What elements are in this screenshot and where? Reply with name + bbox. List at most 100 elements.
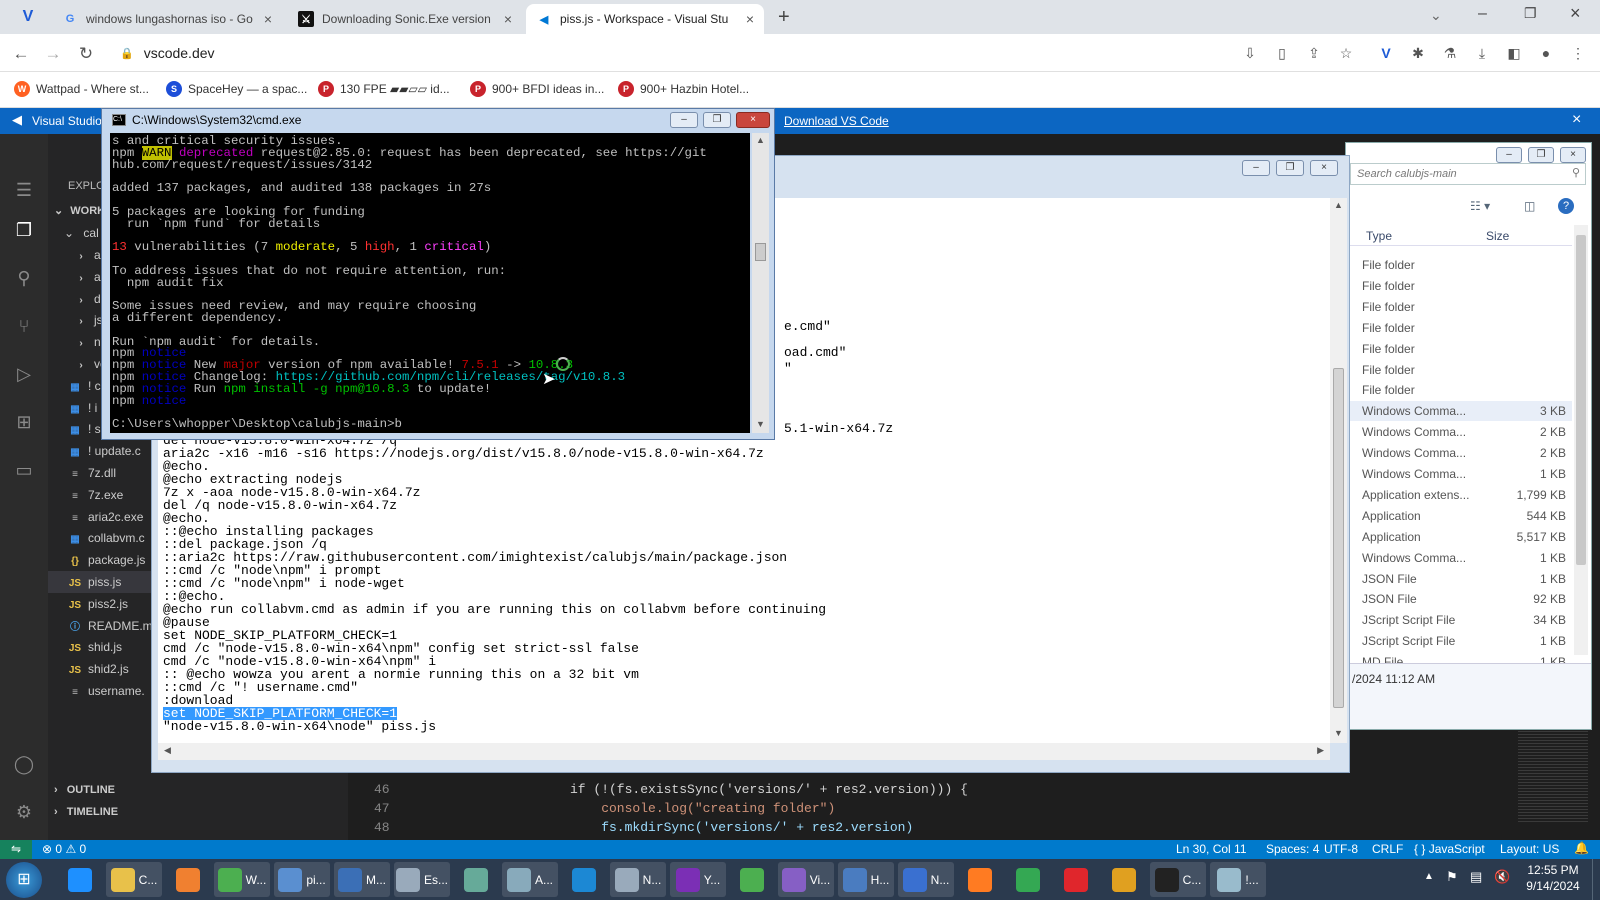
- file-list-row[interactable]: Windows Comma... 2 KB: [1350, 443, 1572, 463]
- account-icon[interactable]: ◯: [12, 752, 36, 776]
- minimap[interactable]: [1518, 714, 1588, 824]
- close-button[interactable]: ×: [1560, 147, 1586, 163]
- taskbar-button[interactable]: [58, 862, 102, 897]
- sidebar-item-piss2-js[interactable]: JS piss2.js: [68, 593, 128, 615]
- encoding[interactable]: UTF-8: [1324, 842, 1358, 856]
- volume-muted-icon[interactable]: 🔇: [1494, 869, 1510, 885]
- bookmark-pinterest-2[interactable]: P 900+ BFDI ideas in...: [470, 81, 604, 97]
- file-list-row[interactable]: File folder: [1350, 297, 1572, 317]
- sidebar-item-i[interactable]: ▦ ! i: [68, 397, 97, 419]
- minimize-button[interactable]: –: [1242, 160, 1270, 176]
- taskbar-button[interactable]: [1102, 862, 1146, 897]
- file-list-row[interactable]: File folder: [1350, 255, 1572, 275]
- file-list-row[interactable]: JSON File 92 KB: [1350, 589, 1572, 609]
- scroll-up-arrow[interactable]: ▲: [756, 135, 765, 145]
- cmd-scrollbar[interactable]: ▲ ▼: [752, 133, 769, 433]
- taskbar-button[interactable]: C...: [106, 862, 162, 897]
- taskbar-button[interactable]: N...: [898, 862, 954, 897]
- taskbar-button[interactable]: A...: [502, 862, 558, 897]
- maximize-button[interactable]: ❐: [1528, 147, 1554, 163]
- minimize-button[interactable]: –: [1478, 5, 1487, 23]
- taskbar-button[interactable]: H...: [838, 862, 894, 897]
- file-list-row[interactable]: File folder: [1350, 276, 1572, 296]
- download-icon[interactable]: ⤓: [1472, 43, 1492, 63]
- taskbar-button[interactable]: !...: [1210, 862, 1266, 897]
- folder-calubjs[interactable]: ⌄ cal: [64, 222, 99, 244]
- indentation[interactable]: Spaces: 4: [1266, 842, 1319, 856]
- taskbar-button[interactable]: [562, 862, 606, 897]
- taskbar-button[interactable]: W...: [214, 862, 270, 897]
- share-icon[interactable]: ⇪: [1304, 43, 1324, 63]
- tab-sonic-download[interactable]: ⚔ Downloading Sonic.Exe version ×: [288, 4, 522, 34]
- sidebar-item-package-js[interactable]: {} package.js: [68, 549, 145, 571]
- close-window-button[interactable]: ×: [1570, 3, 1581, 24]
- lab-icon[interactable]: ⚗: [1440, 43, 1460, 63]
- file-list-row[interactable]: Application extens... 1,799 KB: [1350, 485, 1572, 505]
- settings-gear-icon[interactable]: ⚙: [12, 800, 36, 824]
- file-list-row[interactable]: JSON File 1 KB: [1350, 569, 1572, 589]
- show-desktop-button[interactable]: [1592, 859, 1600, 900]
- file-list-row[interactable]: JScript Script File 1 KB: [1350, 631, 1572, 651]
- bookmark-pinterest-1[interactable]: P 130 FPE ▰▰▱▱ id...: [318, 81, 450, 97]
- explorer-scrollbar[interactable]: [1574, 225, 1588, 655]
- maximize-button[interactable]: ❐: [703, 112, 731, 128]
- remote-indicator[interactable]: ⇋: [0, 840, 32, 859]
- sidebar-item-shid2-js[interactable]: JS shid2.js: [68, 658, 129, 680]
- menu-icon[interactable]: ⋮: [1568, 43, 1588, 63]
- file-list-row[interactable]: File folder: [1350, 380, 1572, 400]
- clock[interactable]: 12:55 PM 9/14/2024: [1522, 863, 1584, 893]
- start-button[interactable]: ⊞: [6, 862, 42, 898]
- back-button[interactable]: ←: [10, 43, 32, 65]
- preview-pane-icon[interactable]: ◫: [1524, 199, 1535, 213]
- star-icon[interactable]: ☆: [1336, 43, 1356, 63]
- tray-expand-icon[interactable]: ▲: [1424, 871, 1434, 882]
- taskbar-button[interactable]: pi...: [274, 862, 330, 897]
- taskbar-button[interactable]: Es...: [394, 862, 450, 897]
- file-list-row[interactable]: File folder: [1350, 339, 1572, 359]
- file-list-row[interactable]: JScript Script File 34 KB: [1350, 610, 1572, 630]
- scrollbar-thumb[interactable]: [1576, 235, 1586, 565]
- scroll-up-arrow[interactable]: ▲: [1334, 200, 1343, 210]
- search-icon[interactable]: ⚲: [12, 266, 36, 290]
- sidebar-item-collabvm-c[interactable]: ▦ collabvm.c: [68, 527, 144, 549]
- file-list-row[interactable]: Windows Comma... 3 KB: [1350, 401, 1572, 422]
- file-list-row[interactable]: File folder: [1350, 318, 1572, 338]
- taskbar-button[interactable]: [454, 862, 498, 897]
- menu-icon[interactable]: ☰: [12, 178, 36, 202]
- flag-icon[interactable]: ⚑: [1446, 869, 1458, 885]
- sidebar-item-username[interactable]: ≡ username.: [68, 680, 145, 702]
- taskbar-button[interactable]: [730, 862, 774, 897]
- sidebar-item-7z-exe[interactable]: ≡ 7z.exe: [68, 484, 123, 506]
- download-vscode-link[interactable]: Download VS Code: [784, 114, 889, 128]
- vivaldi-ext-icon[interactable]: V: [1376, 43, 1396, 63]
- close-button[interactable]: ×: [1310, 160, 1338, 176]
- sidebar-item-s[interactable]: ▦ ! s: [68, 418, 100, 440]
- bookmark-pinterest-3[interactable]: P 900+ Hazbin Hotel...: [618, 81, 749, 97]
- explorer-icon[interactable]: ❐: [12, 218, 36, 242]
- close-button[interactable]: ×: [736, 112, 770, 128]
- taskbar-button[interactable]: Vi...: [778, 862, 834, 897]
- sidebar-item-readme-m[interactable]: ⓘ README.m: [68, 615, 153, 637]
- restore-button[interactable]: ❐: [1524, 5, 1537, 22]
- scroll-left-arrow[interactable]: ◀: [164, 745, 171, 756]
- file-list-row[interactable]: Application 544 KB: [1350, 506, 1572, 526]
- scroll-right-arrow[interactable]: ▶: [1317, 745, 1324, 756]
- sidebar-item-aria2c-exe[interactable]: ≡ aria2c.exe: [68, 506, 143, 528]
- run-debug-icon[interactable]: ▷: [12, 362, 36, 386]
- sidebar-item-update-c[interactable]: ▦ ! update.c: [68, 440, 140, 462]
- notepad-vscrollbar[interactable]: ▲ ▼: [1330, 198, 1347, 743]
- network-icon[interactable]: ▤: [1470, 869, 1482, 885]
- page-icon[interactable]: ▯: [1272, 43, 1292, 63]
- file-list-row[interactable]: Application 5,517 KB: [1350, 527, 1572, 547]
- taskbar-button[interactable]: Y...: [670, 862, 726, 897]
- view-options-icon[interactable]: ☷ ▾: [1470, 199, 1490, 213]
- source-control-icon[interactable]: ⑂: [12, 314, 36, 338]
- column-header-type[interactable]: Type: [1366, 229, 1392, 243]
- sidebar-item-7z-dll[interactable]: ≡ 7z.dll: [68, 462, 116, 484]
- scrollbar-thumb[interactable]: [1333, 368, 1344, 708]
- taskbar-button[interactable]: M...: [334, 862, 390, 897]
- workspace-section[interactable]: ⌄ WORK: [54, 200, 105, 222]
- new-tab-button[interactable]: +: [778, 6, 790, 29]
- cursor-position[interactable]: Ln 30, Col 11: [1176, 842, 1247, 856]
- taskbar-button[interactable]: [1006, 862, 1050, 897]
